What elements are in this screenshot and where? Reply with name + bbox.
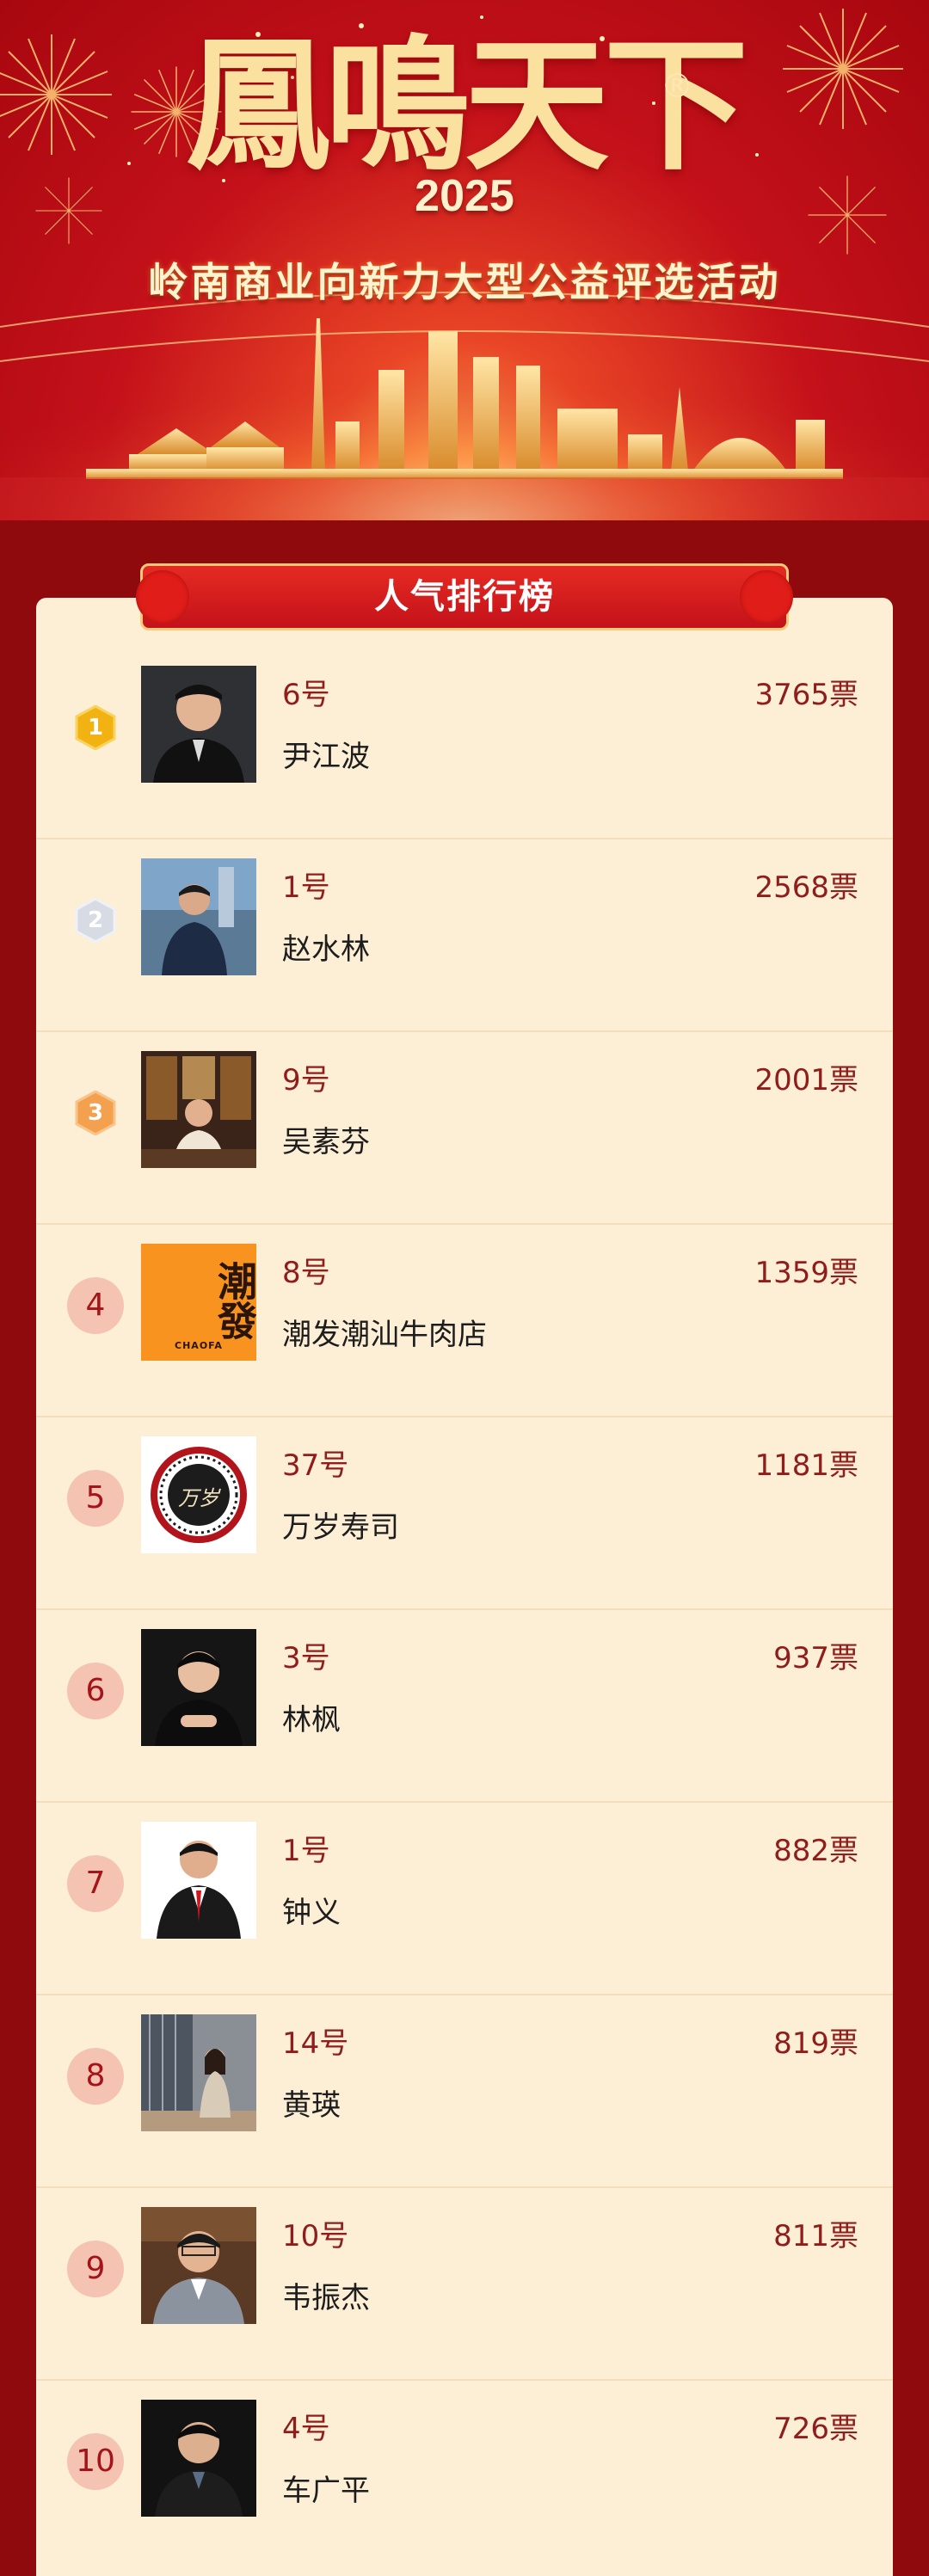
entry-number: 10号 xyxy=(282,2219,349,2253)
contestant-name: 黄瑛 xyxy=(282,2088,341,2123)
contestant-photo[interactable] xyxy=(141,2207,256,2324)
silver-medal-icon: 2 xyxy=(67,892,124,949)
entry-number: 3号 xyxy=(282,1641,330,1675)
title-cap-right xyxy=(740,570,793,624)
contestant-name: 韦振杰 xyxy=(282,2281,370,2315)
event-banner: 鳳鳴天下 ® 2025 岭南商业向新力大型公益评选活动 xyxy=(0,0,929,520)
entry-number: 1号 xyxy=(282,1834,330,1868)
ranking-row[interactable]: 1 6号 尹江波 3765票 xyxy=(36,647,893,839)
rank-badge: 7 xyxy=(67,1855,124,1912)
vote-count: 1181票 xyxy=(754,1448,858,1483)
shop-logo[interactable]: 潮發 CHAOFA xyxy=(141,1244,256,1361)
logo-text: 鳳鳴天下 xyxy=(186,20,748,190)
contestant-photo[interactable] xyxy=(141,1629,256,1746)
ranking-title-banner: 人气排行榜 xyxy=(136,563,793,630)
contestant-name: 林枫 xyxy=(282,1703,341,1737)
ranking-title: 人气排行榜 xyxy=(374,577,555,617)
rank-badge: 8 xyxy=(67,2048,124,2105)
contestant-name: 吴素芬 xyxy=(282,1125,370,1159)
chaofa-logo-text: 潮發 xyxy=(212,1261,256,1340)
contestant-photo[interactable] xyxy=(141,1822,256,1939)
vote-count: 3765票 xyxy=(754,678,858,712)
title-cap-left xyxy=(136,570,189,624)
vote-count: 2001票 xyxy=(754,1063,858,1097)
ranking-row[interactable]: 5 万岁 37号 万岁寿司 1181票 xyxy=(36,1417,893,1610)
ranking-row[interactable]: 4 潮發 CHAOFA 8号 潮发潮汕牛肉店 1359票 xyxy=(36,1225,893,1417)
rank-number: 2 xyxy=(87,907,104,933)
contestant-name: 车广平 xyxy=(282,2474,370,2508)
vote-count: 882票 xyxy=(773,1834,858,1868)
ranking-row[interactable]: 9 10号 韦振杰 811票 xyxy=(36,2188,893,2381)
rank-number: 1 xyxy=(87,715,104,741)
registered-mark: ® xyxy=(661,67,693,105)
bronze-medal-icon: 3 xyxy=(67,1085,124,1141)
contestant-photo[interactable] xyxy=(141,2014,256,2131)
vote-count: 1359票 xyxy=(754,1256,858,1290)
vote-count: 726票 xyxy=(773,2412,858,2446)
gold-medal-icon: 1 xyxy=(67,699,124,756)
rank-badge: 9 xyxy=(67,2241,124,2297)
ranking-row[interactable]: 10 4号 车广平 726票 xyxy=(36,2381,893,2573)
contestant-name: 钟义 xyxy=(282,1896,341,1930)
contestant-name: 潮发潮汕牛肉店 xyxy=(282,1318,487,1352)
event-subtitle: 岭南商业向新力大型公益评选活动 xyxy=(148,259,781,305)
ranking-row[interactable]: 6 3号 林枫 937票 xyxy=(36,1610,893,1803)
contestant-photo[interactable] xyxy=(141,858,256,975)
entry-number: 6号 xyxy=(282,678,330,712)
chaofa-logo-sub: CHAOFA xyxy=(175,1340,223,1351)
contestant-photo[interactable] xyxy=(141,1051,256,1168)
entry-number: 1号 xyxy=(282,870,330,905)
vote-count: 2568票 xyxy=(754,870,858,905)
vote-count: 811票 xyxy=(773,2219,858,2253)
vote-count: 819票 xyxy=(773,2026,858,2061)
entry-number: 37号 xyxy=(282,1448,349,1483)
contestant-photo[interactable] xyxy=(141,666,256,783)
ranking-list: 1 6号 尹江波 3765票 2 1号 赵水林 2568票 3 9号 吴素芬 2… xyxy=(36,647,893,2573)
contestant-name: 万岁寿司 xyxy=(282,1510,399,1545)
entry-number: 4号 xyxy=(282,2412,330,2446)
entry-number: 9号 xyxy=(282,1063,330,1097)
logo-wordmark: 鳳鳴天下 xyxy=(0,19,929,191)
event-year: 2025 xyxy=(415,171,514,221)
shop-logo[interactable]: 万岁 xyxy=(141,1436,256,1553)
rank-badge: 4 xyxy=(67,1277,124,1334)
contestant-name: 赵水林 xyxy=(282,932,370,967)
vote-count: 937票 xyxy=(773,1641,858,1675)
rank-badge: 10 xyxy=(67,2433,124,2490)
ranking-row[interactable]: 7 1号 钟义 882票 xyxy=(36,1803,893,1995)
rank-number: 3 xyxy=(87,1100,104,1126)
ranking-row[interactable]: 3 9号 吴素芬 2001票 xyxy=(36,1032,893,1225)
rank-badge: 6 xyxy=(67,1663,124,1719)
ranking-row[interactable]: 2 1号 赵水林 2568票 xyxy=(36,839,893,1032)
rank-badge: 5 xyxy=(67,1470,124,1527)
entry-number: 8号 xyxy=(282,1256,330,1290)
ranking-row[interactable]: 8 14号 黄瑛 819票 xyxy=(36,1995,893,2188)
contestant-photo[interactable] xyxy=(141,2400,256,2517)
entry-number: 14号 xyxy=(282,2026,349,2061)
wansui-logo-text: 万岁 xyxy=(178,1486,219,1510)
contestant-name: 尹江波 xyxy=(282,740,370,774)
